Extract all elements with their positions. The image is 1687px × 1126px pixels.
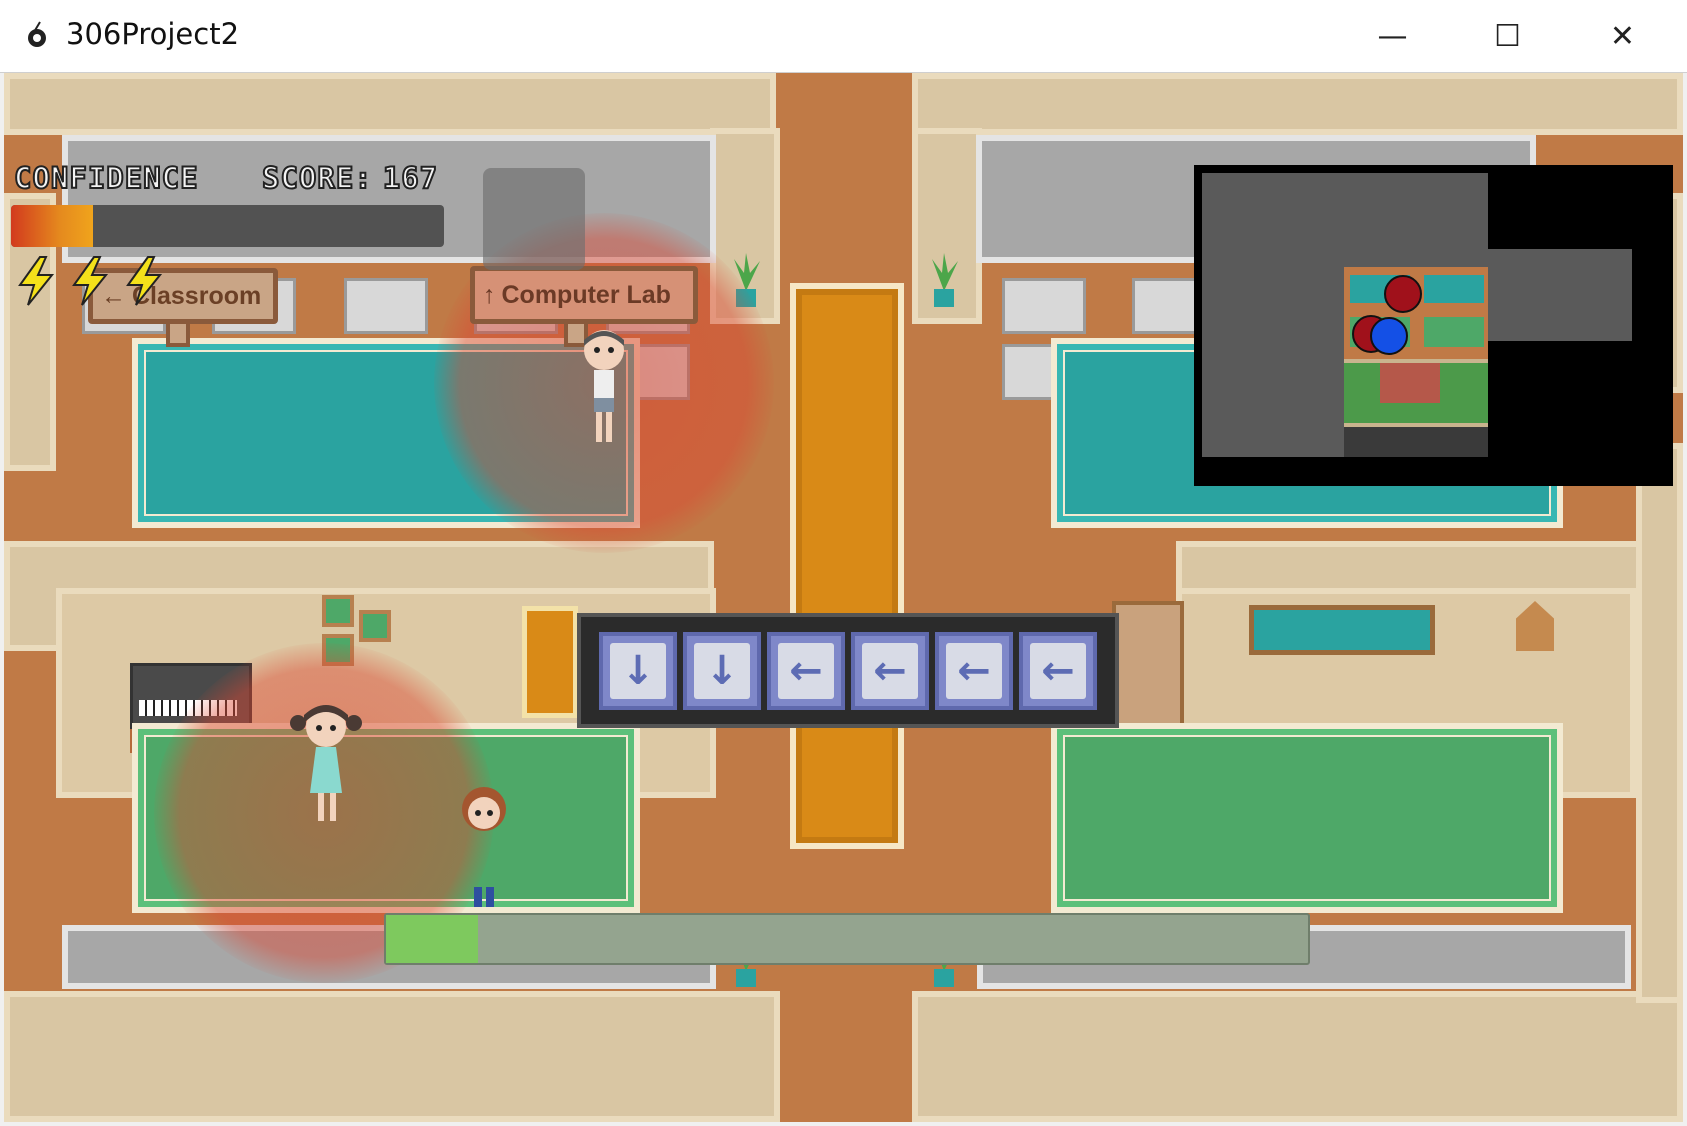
score-label: SCORE: (261, 160, 373, 196)
window-titlebar: 306Project2 — ☐ ✕ (0, 0, 1687, 73)
potted-plant-icon (924, 251, 964, 311)
score-value: 167 (382, 160, 439, 196)
confidence-bar (11, 205, 444, 247)
wall-top-right (912, 73, 1683, 135)
player-character (456, 781, 512, 911)
mirror (522, 606, 578, 718)
action-progress-bar (384, 913, 1310, 965)
wall-top-left (4, 73, 776, 135)
green-rug-right (1051, 723, 1563, 913)
item-slot (483, 168, 585, 270)
arrow-sequence-panel: ↓ ↓ ← ← ← ← (577, 613, 1119, 728)
action-progress-fill (386, 915, 479, 963)
arrow-key-4: ← (851, 631, 929, 710)
lightning-bolt-icon (14, 255, 58, 307)
confidence-label: CONFIDENCE (13, 160, 199, 196)
arrow-key-3: ← (767, 631, 845, 710)
minimap (1194, 165, 1673, 486)
score-display: SCORE: 167 (261, 160, 439, 196)
minimap-explored-area (1488, 249, 1632, 341)
arrow-down-icon: ↓ (694, 642, 750, 699)
arrow-left-icon: ← (946, 642, 1002, 699)
arrow-key-6: ← (1019, 631, 1097, 710)
arrow-up-icon: ↑ (483, 280, 496, 309)
npc-boy (574, 328, 634, 448)
game-viewport[interactable]: ← Classroom ↑ Computer Lab ↓ ↓ ← ← ← ← C… (4, 73, 1683, 1122)
minimap-room (1424, 317, 1484, 347)
wall-bottom-right (912, 991, 1683, 1122)
picture-frame (322, 595, 354, 627)
wall-bottom-left (4, 991, 780, 1122)
arrow-left-icon: ← (778, 642, 834, 699)
cabinet (1002, 278, 1086, 334)
arrow-key-1: ↓ (599, 631, 677, 710)
lightning-bolt-icon (68, 255, 112, 307)
picture-frame (359, 610, 391, 642)
wardrobe (1112, 601, 1184, 741)
sign-computer-lab: ↑ Computer Lab (470, 266, 698, 324)
minimap-building (1380, 363, 1440, 403)
hallway-runner (790, 283, 904, 849)
close-button[interactable]: ✕ (1565, 0, 1680, 72)
maximize-button[interactable]: ☐ (1450, 0, 1565, 72)
window-title: 306Project2 (66, 17, 240, 51)
arrow-left-icon: ← (862, 642, 918, 699)
aquarium (1249, 605, 1435, 655)
arrow-down-icon: ↓ (610, 642, 666, 699)
arrow-key-2: ↓ (683, 631, 761, 710)
app-logo-icon (20, 18, 54, 52)
lightning-bolt-icon (122, 255, 166, 307)
sign-computer-lab-label: Computer Lab (501, 280, 671, 309)
minimize-button[interactable]: — (1335, 0, 1450, 72)
npc-girl (286, 701, 366, 831)
minimap-room (1424, 275, 1484, 303)
arrow-left-icon: ← (1030, 642, 1086, 699)
arrow-key-5: ← (935, 631, 1013, 710)
minimap-player-marker (1370, 317, 1408, 355)
minimap-road (1344, 427, 1488, 457)
confidence-bar-fill (11, 205, 94, 247)
minimap-npc-marker (1384, 275, 1422, 313)
sign-classroom: ← Classroom (88, 268, 278, 324)
cabinet (344, 278, 428, 334)
wall-right-lower (1636, 443, 1683, 1003)
